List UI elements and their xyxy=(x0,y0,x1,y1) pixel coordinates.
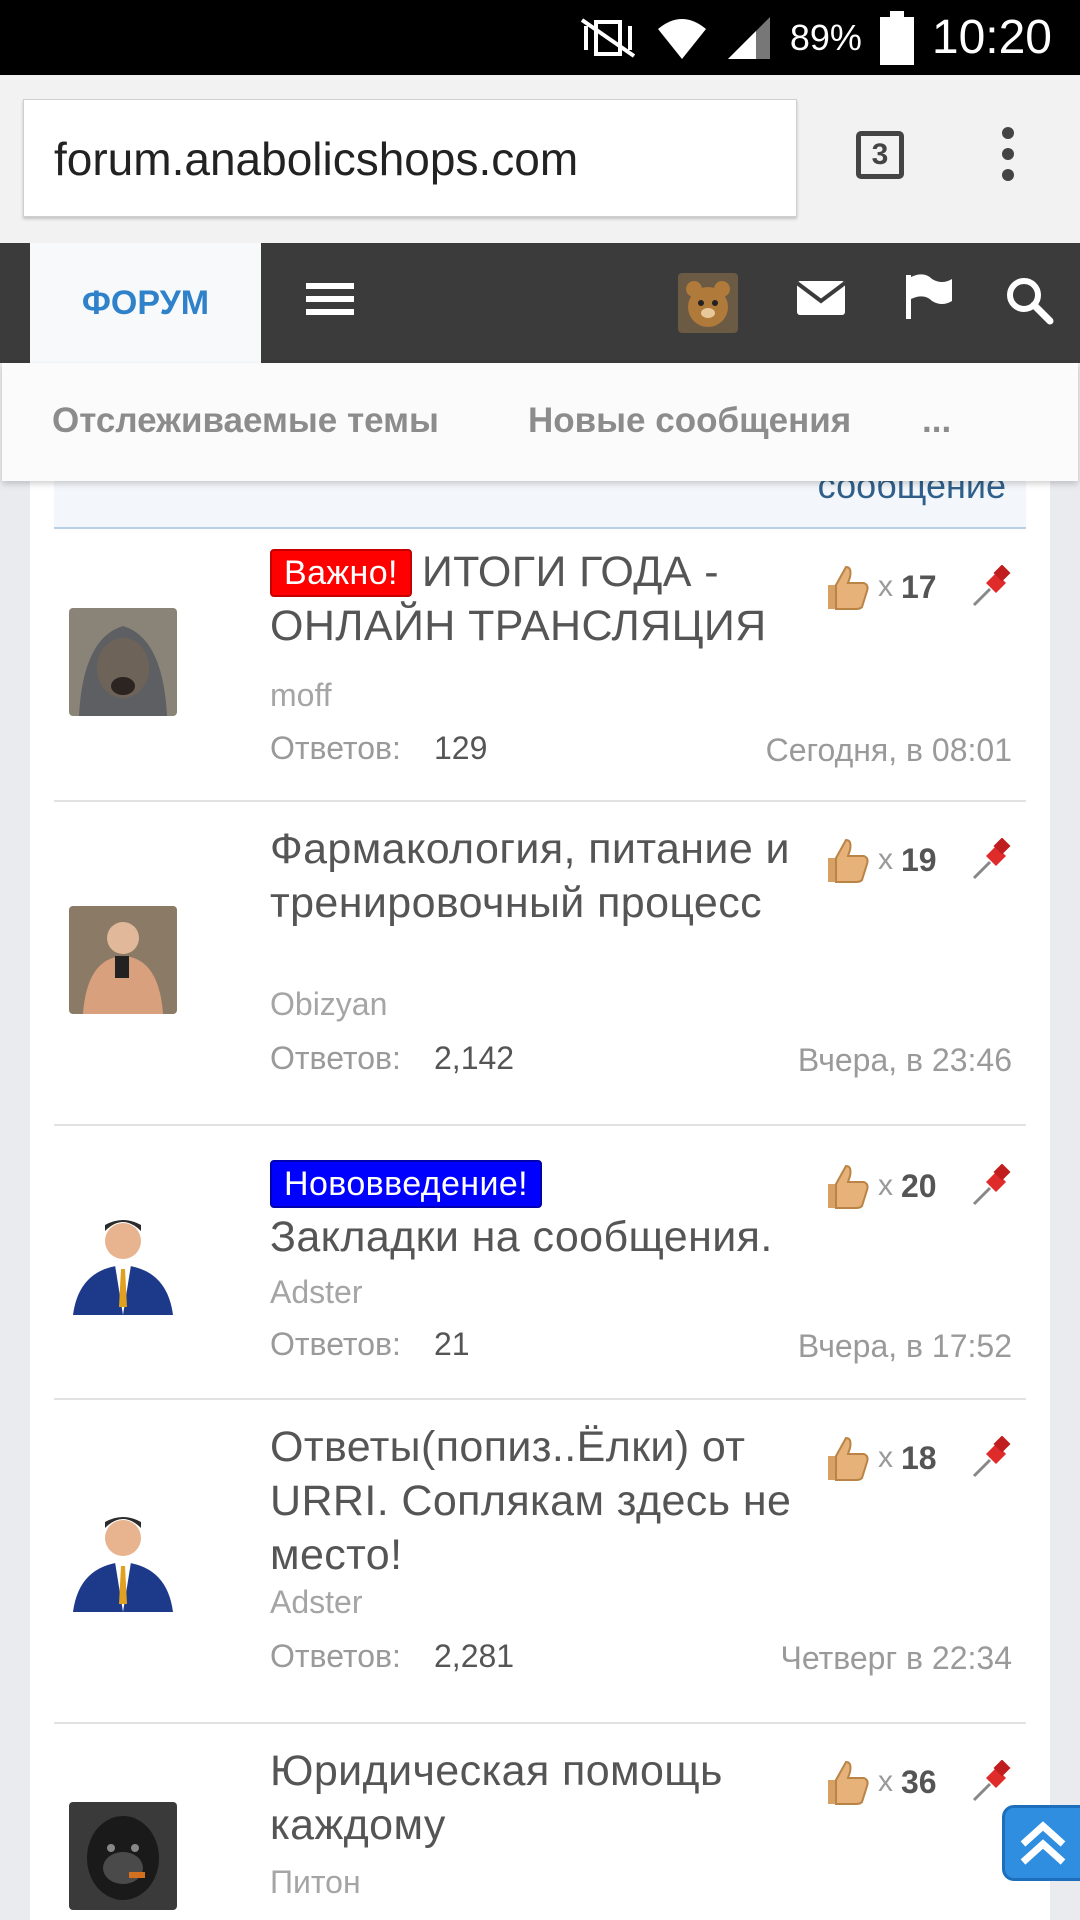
thread-item[interactable]: Юридическая помощь каждому Питон x 36 xyxy=(54,1724,1026,1920)
tab-switcher-icon[interactable]: 3 xyxy=(856,131,904,179)
avatar[interactable] xyxy=(69,1802,177,1910)
thread-title[interactable]: Фармакология, питание и тренировочный пр… xyxy=(270,822,830,930)
flag-icon[interactable] xyxy=(904,273,954,321)
last-post-date[interactable]: Четверг в 22:34 xyxy=(781,1640,1012,1677)
avatar[interactable] xyxy=(69,1207,177,1315)
pin-icon xyxy=(972,565,1011,607)
replies-label: Ответов: xyxy=(270,730,401,766)
thumbs-up-icon xyxy=(828,1164,869,1209)
avatar[interactable] xyxy=(69,608,177,716)
replies-label: Ответов: xyxy=(270,1040,401,1076)
scroll-top-button[interactable] xyxy=(1002,1805,1080,1881)
pin-icon xyxy=(972,838,1011,880)
thumbs-up-icon xyxy=(828,1760,869,1805)
user-avatar[interactable] xyxy=(678,273,738,333)
more-link[interactable]: ... xyxy=(922,401,951,441)
thumbs-up-icon xyxy=(828,1436,869,1481)
list-header-label: сообщение xyxy=(817,481,1006,506)
cell-signal-icon xyxy=(727,16,770,59)
battery-percent: 89% xyxy=(789,16,862,58)
thread-author[interactable]: Adster xyxy=(270,1274,362,1311)
replies-count: 129 xyxy=(434,730,488,766)
status-bar: 89% 10:20 xyxy=(0,0,1080,75)
replies-count: 2,281 xyxy=(434,1638,515,1674)
thumbs-up-icon xyxy=(828,565,869,610)
clock: 10:20 xyxy=(931,11,1052,64)
avatar[interactable] xyxy=(69,1504,177,1612)
thread-author[interactable]: Питон xyxy=(270,1864,361,1901)
likes: x 19 xyxy=(822,836,937,884)
thread-item[interactable]: Нововведение! Закладки на сообщения. Adst… xyxy=(54,1126,1026,1400)
thread-author[interactable]: moff xyxy=(270,677,332,714)
likes: x 18 xyxy=(822,1434,937,1482)
sub-navigation: Отслеживаемые темы Новые сообщения ... xyxy=(2,363,1078,481)
last-post-date[interactable]: Вчера, в 23:46 xyxy=(798,1042,1012,1079)
thread-item[interactable]: Ответы(попиз..Ёлки) от URRI. Соплякам зд… xyxy=(54,1400,1026,1724)
likes: x 20 xyxy=(822,1162,937,1210)
url-text: forum.anabolicshops.com xyxy=(54,133,579,185)
overflow-menu-icon[interactable] xyxy=(996,127,1020,191)
thread-item[interactable]: Важно! ИТОГИ ГОДА - ОНЛАЙН ТРАНСЛЯЦИЯ mof… xyxy=(54,527,1026,802)
thumbs-up-icon xyxy=(828,838,869,883)
hamburger-icon[interactable] xyxy=(306,283,354,319)
battery-icon xyxy=(879,10,914,65)
replies-label: Ответов: xyxy=(270,1638,401,1674)
replies-count: 21 xyxy=(434,1326,470,1362)
watched-threads-link[interactable]: Отслеживаемые темы xyxy=(52,401,439,441)
address-bar[interactable]: forum.anabolicshops.com xyxy=(23,99,797,217)
thread-item[interactable]: Фармакология, питание и тренировочный пр… xyxy=(54,802,1026,1126)
new-posts-link[interactable]: Новые сообщения xyxy=(528,401,851,441)
forum-nav-bar: ФОРУМ xyxy=(0,243,1080,363)
browser-toolbar: forum.anabolicshops.com 3 xyxy=(0,75,1080,243)
avatar[interactable] xyxy=(69,906,177,1014)
thread-title[interactable]: Нововведение! Закладки на сообщения. xyxy=(270,1156,830,1264)
replies-label: Ответов: xyxy=(270,1326,401,1362)
important-badge: Важно! xyxy=(270,549,412,597)
pin-icon xyxy=(972,1436,1011,1478)
likes: x 36 xyxy=(822,1758,937,1806)
list-header: сообщение xyxy=(54,481,1026,529)
tab-forum[interactable]: ФОРУМ xyxy=(30,243,261,363)
thread-author[interactable]: Adster xyxy=(270,1584,362,1621)
pin-icon xyxy=(972,1760,1011,1802)
pin-icon xyxy=(972,1164,1011,1206)
signal-mute-icon xyxy=(580,17,635,58)
mail-icon[interactable] xyxy=(796,277,846,317)
search-icon[interactable] xyxy=(1004,275,1054,325)
new-feature-badge: Нововведение! xyxy=(270,1160,543,1208)
replies-count: 2,142 xyxy=(434,1040,515,1076)
last-post-date[interactable]: Вчера, в 17:52 xyxy=(798,1328,1012,1365)
scroll-top-icon xyxy=(1020,1821,1066,1865)
thread-title[interactable]: Важно! ИТОГИ ГОДА - ОНЛАЙН ТРАНСЛЯЦИЯ xyxy=(270,545,830,653)
wifi-icon xyxy=(657,18,706,59)
thread-title[interactable]: Юридическая помощь каждому xyxy=(270,1744,830,1852)
likes: x 17 xyxy=(822,563,937,611)
thread-author[interactable]: Obizyan xyxy=(270,986,387,1023)
last-post-date[interactable]: Сегодня, в 08:01 xyxy=(766,732,1012,769)
thread-title[interactable]: Ответы(попиз..Ёлки) от URRI. Соплякам зд… xyxy=(270,1420,830,1582)
thread-list: сообщение Важно! ИТОГИ ГОДА - ОНЛАЙН ТРАН… xyxy=(30,481,1050,1920)
